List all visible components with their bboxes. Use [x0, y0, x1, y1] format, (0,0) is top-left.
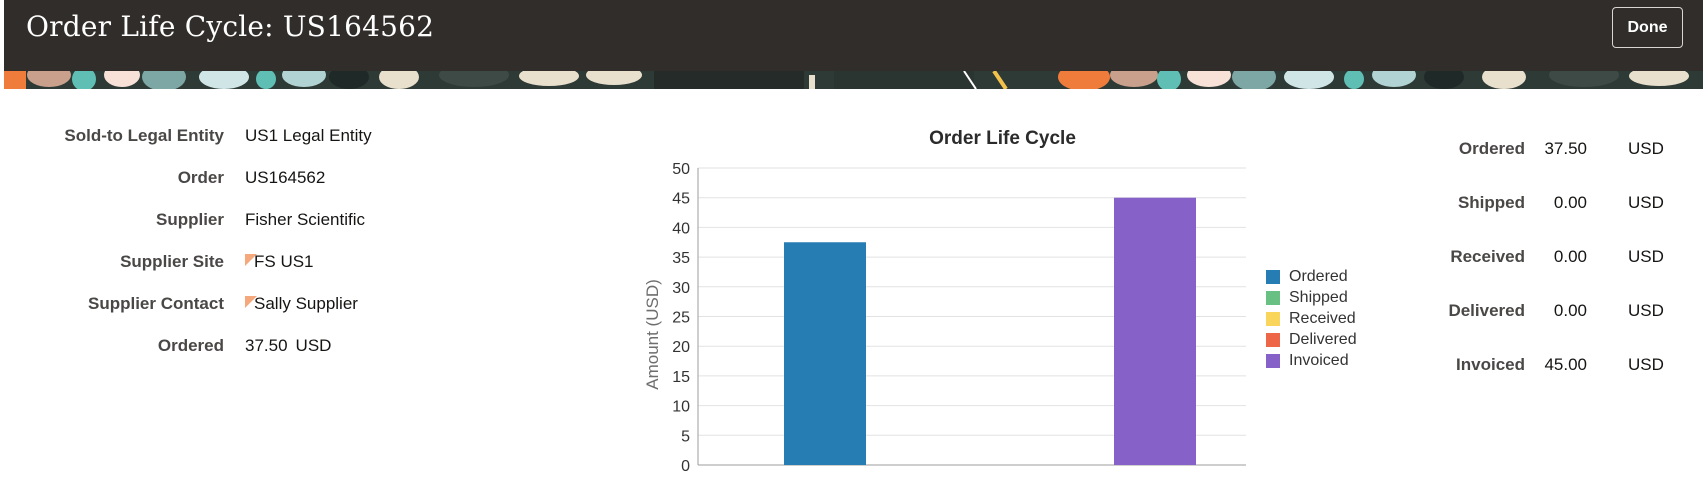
y-tick-label: 0 [681, 458, 690, 475]
y-tick-label: 35 [672, 250, 690, 267]
y-tick-label: 5 [681, 428, 690, 445]
detail-label: Sold-to Legal Entity [64, 126, 224, 145]
ordered-amount: 37.50 [245, 336, 288, 355]
summary-label: Ordered [1458, 139, 1525, 158]
chart-plot: 0 5 10 15 20 25 30 35 40 45 50 Amount (USD) [643, 161, 1246, 475]
detail-value: US1 Legal Entity [245, 126, 372, 145]
summary-label: Received [1450, 247, 1525, 266]
summary-label: Shipped [1457, 193, 1525, 212]
detail-row-supplier: Supplier Fisher Scientific [0, 210, 420, 234]
summary-row-shipped: Shipped 0.00 USD [1380, 193, 1670, 217]
y-tick-label: 10 [672, 399, 690, 416]
page-header: Order Life Cycle: US164562 Done [4, 0, 1703, 71]
detail-row-supplier-contact: Supplier Contact Sally Supplier [0, 294, 420, 318]
summary-row-delivered: Delivered 0.00 USD [1380, 301, 1670, 325]
summary-currency: USD [1628, 355, 1664, 374]
summary-row-ordered: Ordered 37.50 USD [1380, 139, 1670, 163]
detail-label: Ordered [157, 336, 224, 355]
detail-row-order: Order US164562 [0, 168, 420, 192]
detail-value: FS US1 [254, 252, 314, 271]
summary-amount: 0.00 [1553, 301, 1587, 320]
detail-value: Fisher Scientific [245, 210, 365, 229]
summary-amount: 37.50 [1544, 139, 1587, 158]
y-tick-label: 50 [672, 161, 690, 178]
detail-value: US164562 [245, 168, 326, 187]
y-tick-label: 30 [672, 280, 690, 297]
legend-swatch [1266, 332, 1280, 347]
summary-currency: USD [1628, 139, 1664, 158]
legend-label: Delivered [1289, 330, 1357, 348]
legend-item-delivered[interactable]: Delivered [1266, 329, 1357, 350]
legend-swatch [1266, 290, 1280, 305]
detail-row-ordered: Ordered 37.50 USD [0, 336, 420, 360]
summary-label: Invoiced [1456, 355, 1525, 374]
supplier-site-link[interactable]: FS US1 [245, 252, 314, 272]
detail-row-supplier-site: Supplier Site FS US1 [0, 252, 420, 276]
legend-item-shipped[interactable]: Shipped [1266, 287, 1357, 308]
y-tick-label: 25 [672, 310, 690, 327]
decorative-banner [4, 71, 1703, 89]
summary-currency: USD [1628, 247, 1664, 266]
y-tick-label: 20 [672, 339, 690, 356]
detail-value: Sally Supplier [254, 294, 358, 313]
detail-row-legal-entity: Sold-to Legal Entity US1 Legal Entity [0, 126, 420, 150]
detail-value-amount: 37.50 USD [245, 336, 331, 356]
summary-row-received: Received 0.00 USD [1380, 247, 1670, 271]
legend-label: Ordered [1289, 267, 1348, 285]
summary-currency: USD [1628, 301, 1664, 320]
done-button[interactable]: Done [1612, 7, 1683, 48]
detail-label: Supplier Site [120, 252, 224, 271]
ordered-currency: USD [295, 336, 332, 355]
summary-amount: 45.00 [1544, 355, 1587, 374]
chart-legend: Ordered Shipped Received Delivered Invoi… [1266, 266, 1357, 371]
y-tick-label: 15 [672, 369, 690, 386]
summary-amount: 0.00 [1553, 193, 1587, 212]
bar-invoiced [1114, 197, 1196, 465]
y-axis-title: Amount (USD) [643, 279, 662, 390]
detail-label: Supplier Contact [87, 294, 224, 313]
y-tick-label: 45 [672, 191, 690, 208]
legend-item-received[interactable]: Received [1266, 308, 1357, 329]
bar-ordered [784, 242, 866, 465]
legend-label: Received [1289, 309, 1356, 327]
order-life-cycle-chart: Order Life Cycle 0 5 10 15 20 25 30 35 40 45 50 Amo… [630, 120, 1360, 485]
detail-label: Supplier [155, 210, 224, 229]
summary-currency: USD [1628, 193, 1664, 212]
legend-item-invoiced[interactable]: Invoiced [1266, 350, 1357, 371]
legend-label: Invoiced [1289, 351, 1349, 369]
legend-label: Shipped [1289, 288, 1348, 306]
summary-amount: 0.00 [1553, 247, 1587, 266]
detail-label: Order [177, 168, 224, 187]
page-title: Order Life Cycle: US164562 [26, 10, 435, 43]
supplier-contact-link[interactable]: Sally Supplier [245, 294, 358, 314]
y-tick-label: 40 [672, 220, 690, 237]
summary-row-invoiced: Invoiced 45.00 USD [1380, 355, 1670, 379]
legend-swatch [1266, 311, 1280, 326]
legend-item-ordered[interactable]: Ordered [1266, 266, 1357, 287]
legend-swatch [1266, 269, 1280, 284]
summary-label: Delivered [1448, 301, 1525, 320]
legend-swatch [1266, 353, 1280, 368]
